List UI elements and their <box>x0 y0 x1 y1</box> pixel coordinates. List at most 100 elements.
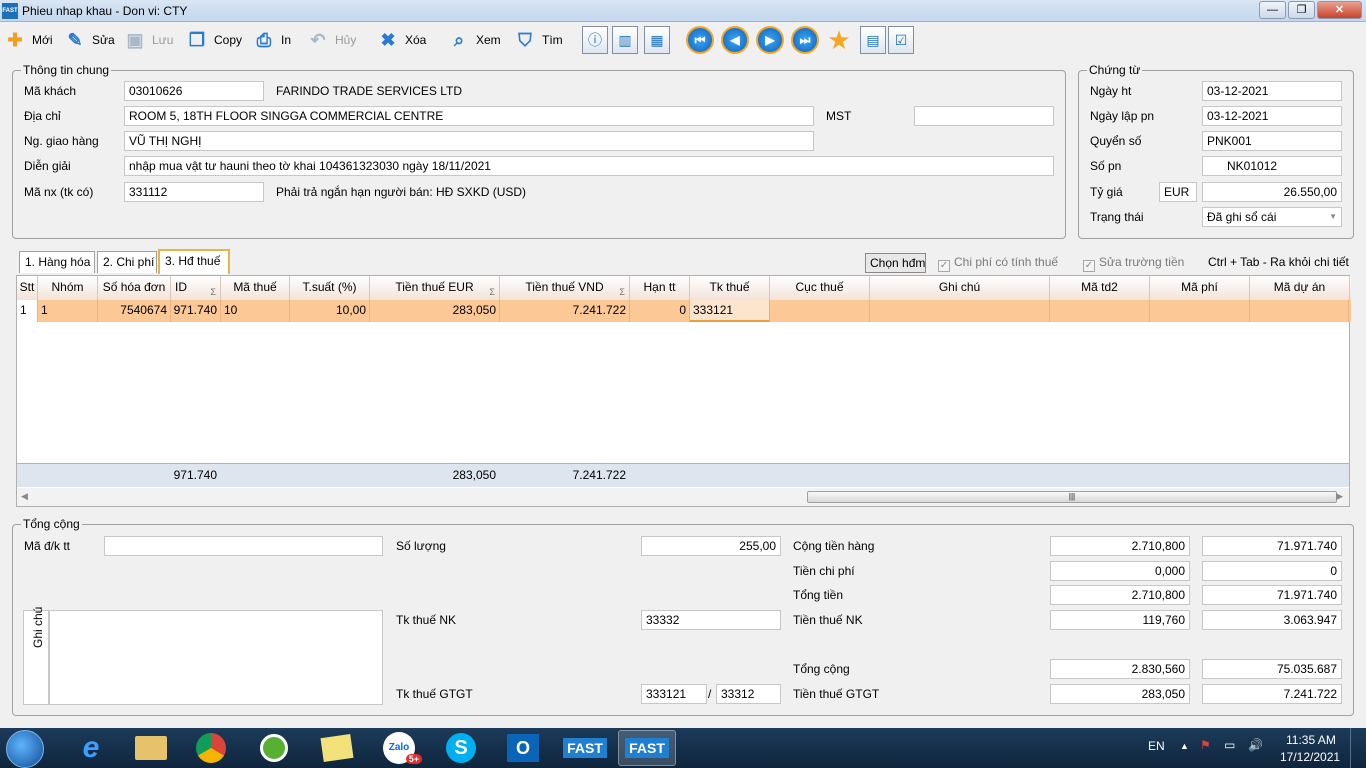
tab-tax-invoice[interactable]: 3. Hđ thuế <box>158 249 230 274</box>
cell-id[interactable]: 971.740 <box>171 300 221 322</box>
import-tax-account-field[interactable]: 33332 <box>641 610 781 630</box>
description-field[interactable]: nhập mua vật tư hauni theo tờ khai 10436… <box>124 156 1054 176</box>
edit-button[interactable]: ✎ Sửa <box>62 24 114 56</box>
language-indicator[interactable]: EN <box>1148 739 1165 753</box>
address-field[interactable]: ROOM 5, 18TH FLOOR SINGGA COMMERCIAL CEN… <box>124 106 814 126</box>
header-project[interactable]: Mã dự án <box>1250 276 1350 300</box>
cell-tax-code[interactable]: 10 <box>221 300 290 322</box>
header-group[interactable]: Nhóm <box>38 276 98 300</box>
fast-app-icon[interactable]: FAST <box>556 730 614 766</box>
cell-note[interactable] <box>870 300 1050 322</box>
cell-stt[interactable]: 1 <box>17 300 38 322</box>
edit-fields-checkbox[interactable]: ✓ Sửa trường tiền <box>1083 255 1184 272</box>
tray-arrow-icon[interactable]: ▲ <box>1180 741 1189 751</box>
header-stt[interactable]: Stt <box>17 276 38 300</box>
save-button[interactable]: ▣ Lưu <box>122 24 173 56</box>
scroll-right-icon[interactable]: ▶ <box>1336 491 1343 502</box>
print-button[interactable]: ⎙ In <box>251 24 291 56</box>
zalo-icon[interactable]: Zalo 5+ <box>370 730 428 766</box>
windows-start-icon[interactable] <box>6 730 44 768</box>
flag-icon[interactable]: ⚑ <box>1200 738 1211 752</box>
cancel-button[interactable]: ↶ Hủy <box>305 24 356 56</box>
skype-icon[interactable]: S <box>432 730 490 766</box>
network-icon[interactable]: ▭ <box>1224 738 1235 752</box>
app-green-icon[interactable] <box>245 730 303 766</box>
info-icon[interactable]: ⓘ <box>582 26 608 54</box>
scroll-thumb[interactable]: ||| <box>807 491 1337 503</box>
payment-field[interactable] <box>104 536 383 556</box>
cell-td2[interactable] <box>1050 300 1150 322</box>
header-invoice-no[interactable]: Số hóa đơn <box>98 276 171 300</box>
vat-account2-field[interactable]: 33312 <box>716 684 781 704</box>
calculator-icon[interactable]: ▦ <box>644 26 670 54</box>
header-id[interactable]: ID Σ <box>171 276 221 300</box>
delete-button[interactable]: ✖ Xóa <box>375 24 426 56</box>
cell-tax-rate[interactable]: 10,00 <box>290 300 370 322</box>
clock-date[interactable]: 17/12/2021 <box>1280 750 1340 764</box>
cell-tax-eur[interactable]: 283,050 <box>370 300 500 322</box>
restore-button[interactable]: ❐ <box>1288 1 1315 19</box>
ie-icon[interactable]: e <box>62 730 120 766</box>
status-select[interactable]: Đã ghi sổ cái ▼ <box>1202 207 1342 227</box>
quantity-field[interactable]: 255,00 <box>641 536 781 556</box>
note-field[interactable] <box>49 610 383 705</box>
cell-tax-account[interactable]: 333121 <box>690 300 770 322</box>
header-tax-eur[interactable]: Tiền thuế EUR Σ <box>370 276 500 300</box>
cell-project[interactable] <box>1250 300 1349 322</box>
tax-cost-checkbox[interactable]: ✓ Chi phí có tính thuế <box>938 255 1058 272</box>
scroll-left-icon[interactable]: ◀ <box>21 491 28 502</box>
outlook-icon[interactable]: O <box>494 730 552 766</box>
header-fee-code[interactable]: Mã phí <box>1150 276 1250 300</box>
notes-icon[interactable] <box>308 730 366 766</box>
number-field[interactable]: NK01012 <box>1202 156 1342 176</box>
header-tax-vnd[interactable]: Tiền thuế VND Σ <box>500 276 630 300</box>
header-tax-rate[interactable]: T.suất (%) <box>290 276 370 300</box>
show-desktop-button[interactable] <box>1350 728 1366 768</box>
last-record-icon[interactable]: ⏭ <box>791 26 819 54</box>
star-icon[interactable]: ★ <box>826 26 852 54</box>
cell-fee-code[interactable] <box>1150 300 1250 322</box>
tax-invoice-grid[interactable]: Stt Nhóm Số hóa đơn ID Σ Mã thuế T.suất (… <box>16 275 1351 507</box>
header-tax-code[interactable]: Mã thuế <box>221 276 290 300</box>
tab-goods[interactable]: 1. Hàng hóa <box>19 251 95 273</box>
next-record-icon[interactable]: ▶ <box>756 26 784 54</box>
header-td2[interactable]: Mã td2 <box>1050 276 1150 300</box>
date-field[interactable]: 03-12-2021 <box>1202 81 1342 101</box>
previous-record-icon[interactable]: ◀ <box>721 26 749 54</box>
cell-group[interactable]: 1 <box>38 300 98 322</box>
minimize-button[interactable]: — <box>1259 1 1286 19</box>
choose-invoice-button[interactable]: Chọn hđm <box>865 253 926 273</box>
file-explorer-icon[interactable] <box>122 730 180 766</box>
new-button[interactable]: ✚ Mới <box>2 24 52 56</box>
cell-invoice-no[interactable]: 7540674 <box>98 300 171 322</box>
close-button[interactable]: ✕ <box>1317 1 1362 19</box>
checkbox-icon[interactable]: ☑ <box>888 26 914 54</box>
cell-due[interactable]: 0 <box>630 300 690 322</box>
deliverer-field[interactable]: VŨ THỊ NGHỊ <box>124 131 814 151</box>
doc-date-field[interactable]: 03-12-2021 <box>1202 106 1342 126</box>
currency-field[interactable]: EUR <box>1159 182 1197 202</box>
vat-account-field[interactable]: 333121 <box>641 684 707 704</box>
header-note[interactable]: Ghi chú <box>870 276 1050 300</box>
cell-tax-vnd[interactable]: 7.241.722 <box>500 300 630 322</box>
view-button[interactable]: ⌕ Xem <box>446 24 501 56</box>
customer-code-field[interactable]: 03010626 <box>124 81 264 101</box>
find-button[interactable]: ⛉ Tìm <box>512 24 562 56</box>
header-due[interactable]: Hạn tt <box>630 276 690 300</box>
volume-icon[interactable]: 🔊 <box>1248 738 1263 752</box>
header-tax-account[interactable]: Tk thuế <box>690 276 770 300</box>
tab-costs[interactable]: 2. Chi phí <box>97 251 157 273</box>
cell-tax-office[interactable] <box>770 300 870 322</box>
horizontal-scrollbar[interactable]: ◀ ||| ▶ <box>17 488 1349 506</box>
document-icon[interactable]: ▤ <box>860 26 886 54</box>
header-tax-office[interactable]: Cục thuế <box>770 276 870 300</box>
rate-field[interactable]: 26.550,00 <box>1202 182 1342 202</box>
clock-time[interactable]: 11:35 AM <box>1286 733 1336 747</box>
account-field[interactable]: 331112 <box>124 182 264 202</box>
chrome-icon[interactable] <box>182 730 240 766</box>
tax-code-field[interactable] <box>914 106 1054 126</box>
books-icon[interactable]: ▥ <box>612 26 638 54</box>
book-field[interactable]: PNK001 <box>1202 131 1342 151</box>
table-row[interactable]: 1 1 7540674 971.740 10 10,00 283,050 7.2… <box>17 300 1351 322</box>
copy-button[interactable]: ❐ Copy <box>184 24 242 56</box>
